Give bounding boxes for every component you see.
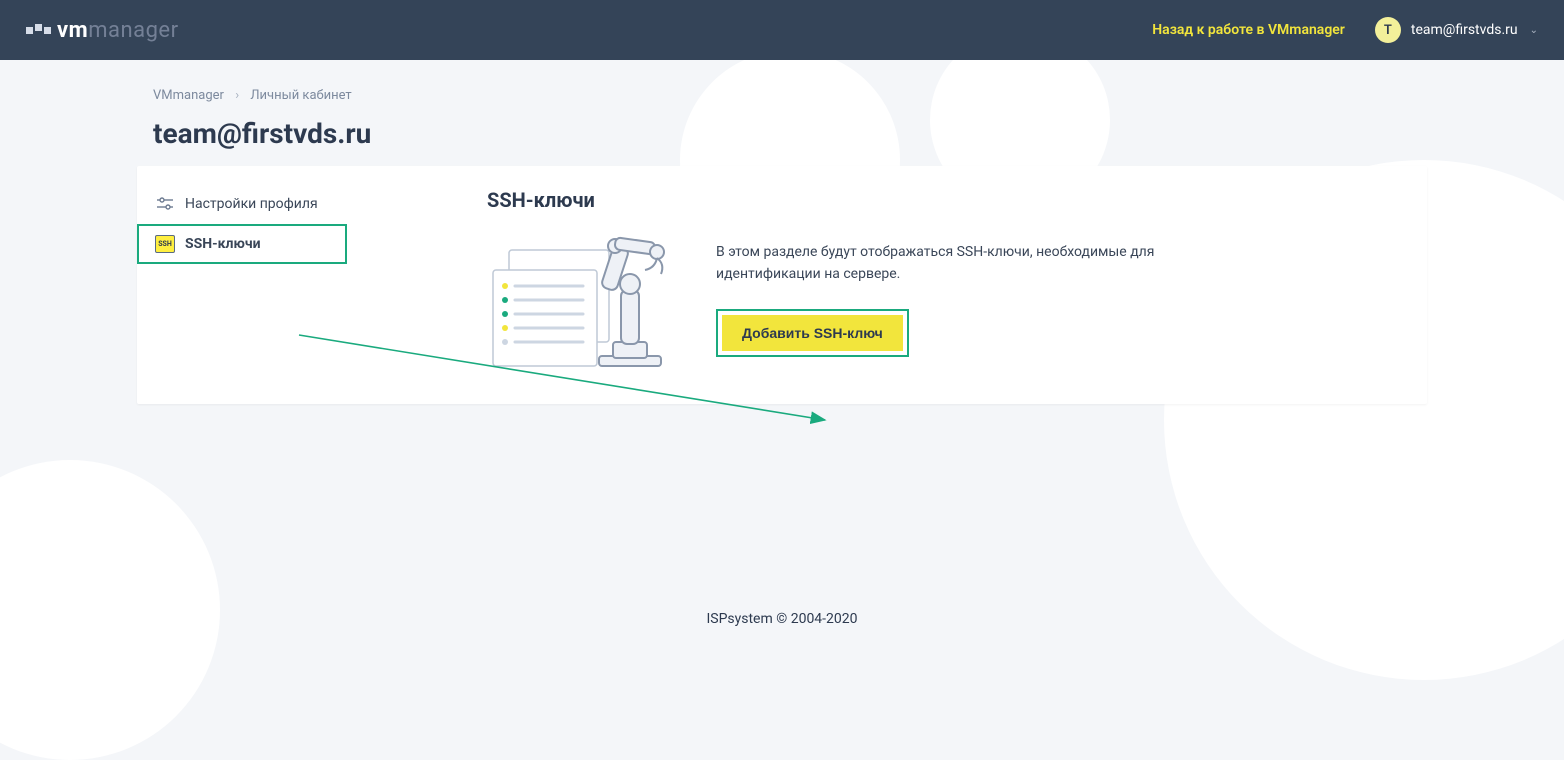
logo-mark-icon	[26, 27, 51, 34]
section-heading: SSH-ключи	[487, 188, 1407, 212]
breadcrumb: VMmanager › Личный кабинет	[137, 80, 1427, 113]
bg-deco	[0, 460, 220, 760]
logo-text-light: manager	[88, 18, 178, 43]
page-container: VMmanager › Личный кабинет team@firstvds…	[137, 80, 1427, 404]
add-ssh-key-button[interactable]: Добавить SSH-ключ	[722, 315, 903, 351]
avatar: T	[1375, 17, 1401, 43]
user-email: team@firstvds.ru	[1411, 22, 1518, 38]
nav-ssh-keys[interactable]: SSH SSH-ключи	[137, 224, 347, 264]
side-nav: Настройки профиля SSH SSH-ключи	[137, 166, 347, 404]
breadcrumb-root[interactable]: VMmanager	[153, 88, 224, 103]
user-menu[interactable]: T team@firstvds.ru ⌄	[1375, 17, 1538, 43]
chevron-down-icon: ⌄	[1530, 25, 1538, 36]
empty-state-illustration	[487, 230, 682, 380]
nav-item-label: Настройки профиля	[185, 196, 318, 212]
back-to-vmmanager-link[interactable]: Назад к работе в VMmanager	[1152, 22, 1345, 38]
breadcrumb-current[interactable]: Личный кабинет	[250, 88, 351, 103]
add-ssh-key-highlight: Добавить SSH-ключ	[716, 309, 909, 357]
sliders-icon	[155, 194, 175, 214]
breadcrumb-sep: ›	[235, 88, 239, 103]
app-header: vmmanager Назад к работе в VMmanager T t…	[0, 0, 1564, 60]
empty-description: В этом разделе будут отображаться SSH-кл…	[716, 242, 1186, 285]
nav-profile-settings[interactable]: Настройки профиля	[137, 184, 347, 224]
app-logo[interactable]: vmmanager	[26, 18, 179, 43]
nav-item-label: SSH-ключи	[185, 236, 261, 252]
page-title: team@firstvds.ru	[137, 113, 1427, 166]
content-card: Настройки профиля SSH SSH-ключи SSH-ключ…	[137, 166, 1427, 404]
footer-copyright: ISPsystem © 2004-2020	[0, 611, 1564, 627]
ssh-icon: SSH	[155, 234, 175, 254]
main-content: SSH-ключи	[347, 166, 1427, 404]
empty-state-text: В этом разделе будут отображаться SSH-кл…	[716, 230, 1186, 357]
logo-text-bold: vm	[57, 18, 88, 43]
